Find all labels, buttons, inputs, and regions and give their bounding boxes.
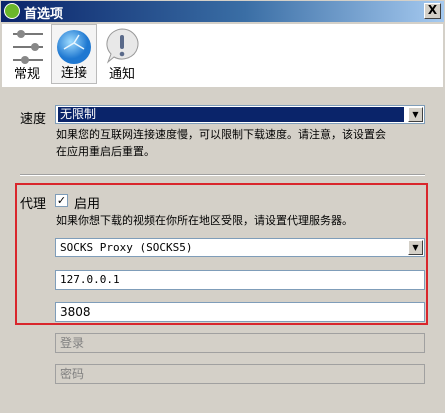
speed-description-2: 在应用重启后重置。 — [56, 145, 155, 158]
proxy-port-input[interactable]: 3808 — [55, 302, 425, 322]
proxy-host-input[interactable]: 127.0.0.1 — [55, 270, 425, 290]
chevron-down-icon[interactable]: ▼ — [408, 240, 423, 255]
separator — [20, 174, 425, 176]
tab-general[interactable]: 常规 — [4, 24, 50, 84]
title-bar — [0, 0, 445, 23]
speed-value: 无限制 — [58, 107, 404, 122]
exclamation-bubble-icon — [106, 28, 139, 64]
speed-description-1: 如果您的互联网连接速度慢，可以限制下载速度。请注意，该设置会 — [56, 128, 386, 141]
proxy-type-select[interactable]: SOCKS Proxy (SOCKS5) ▼ — [55, 238, 425, 257]
chevron-down-icon[interactable]: ▼ — [408, 107, 423, 122]
proxy-description: 如果你想下载的视频在你所在地区受限，请设置代理服务器。 — [56, 214, 353, 227]
speed-label: 速度 — [20, 112, 47, 127]
window-title: 首选项 — [24, 7, 64, 22]
proxy-type-value: SOCKS Proxy (SOCKS5) — [60, 241, 193, 254]
proxy-enable-checkbox[interactable]: ✓ — [55, 194, 68, 207]
tab-label: 连接 — [60, 66, 87, 81]
close-button[interactable]: X — [424, 3, 441, 19]
toolbar: 常规 连接 通知 — [2, 24, 443, 87]
app-icon — [4, 3, 20, 19]
globe-icon — [57, 30, 91, 64]
tab-label: 常规 — [13, 67, 40, 82]
proxy-login-input[interactable]: 登录 — [55, 333, 425, 353]
sliders-icon — [13, 30, 43, 64]
proxy-password-input[interactable]: 密码 — [55, 364, 425, 384]
speed-select[interactable]: 无限制 ▼ — [55, 105, 425, 124]
tab-label: 通知 — [108, 67, 135, 82]
tab-notifications[interactable]: 通知 — [99, 24, 145, 84]
proxy-label: 代理 — [20, 197, 47, 212]
proxy-enable-label[interactable]: 启用 — [74, 193, 100, 212]
tab-connection[interactable]: 连接 — [51, 24, 97, 84]
